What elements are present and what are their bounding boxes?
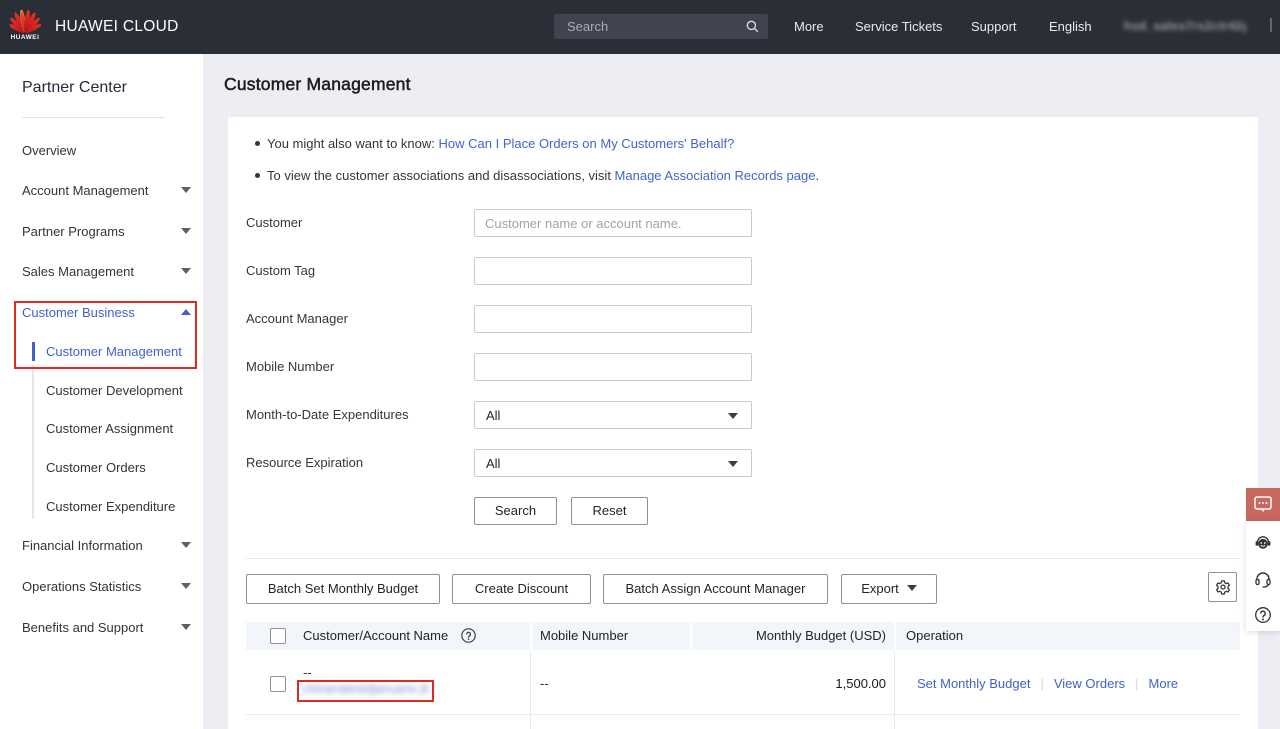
svg-text:HUAWEI: HUAWEI (11, 34, 40, 41)
